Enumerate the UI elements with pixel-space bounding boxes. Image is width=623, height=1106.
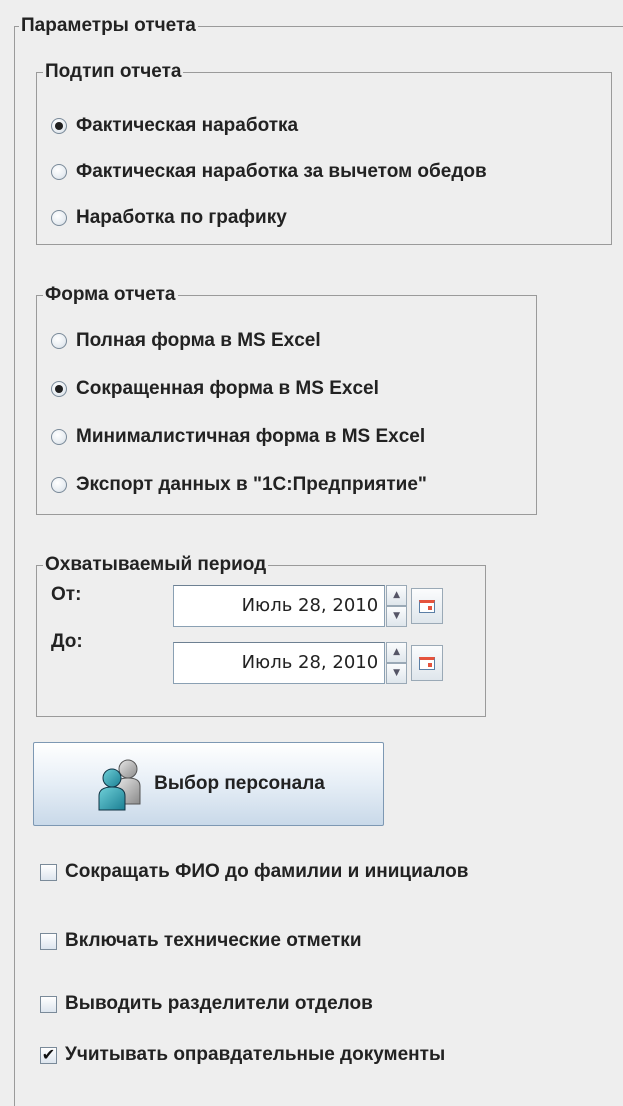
radio-button[interactable] <box>51 381 67 397</box>
radio-button[interactable] <box>51 118 67 134</box>
report-parameters-title: Параметры отчета <box>19 13 198 39</box>
radio-label: Полная форма в MS Excel <box>76 330 321 351</box>
radio-label: Фактическая наработка <box>76 115 299 136</box>
check-mark-icon: ✔ <box>41 1045 56 1064</box>
spin-down-icon[interactable]: ▼ <box>386 663 407 684</box>
radio-label: Наработка по графику <box>76 207 287 228</box>
from-date-field[interactable]: Июль 28, 2010 <box>173 585 386 627</box>
report-form-title: Форма отчета <box>43 282 178 308</box>
checkbox-justification-docs[interactable]: ✔ Учитывать оправдательные документы <box>40 1042 445 1068</box>
report-form-group: Форма отчета Полная форма в MS Excel Сок… <box>36 282 537 515</box>
spin-up-icon[interactable]: ▲ <box>386 585 407 606</box>
radio-button[interactable] <box>51 477 67 493</box>
radio-label: Фактическая наработка за вычетом обедов <box>76 161 487 182</box>
radio-button[interactable] <box>51 429 67 445</box>
select-personnel-button[interactable]: Выбор персонала <box>33 742 384 826</box>
to-date-field[interactable]: Июль 28, 2010 <box>173 642 386 684</box>
radio-button[interactable] <box>51 164 67 180</box>
period-group: Охватываемый период От: Июль 28, 2010 ▲ … <box>36 552 486 717</box>
radio-scheduled-work[interactable]: Наработка по графику <box>51 205 287 231</box>
from-date-picker: Июль 28, 2010 ▲ ▼ <box>173 585 443 627</box>
checkbox[interactable] <box>40 995 57 1013</box>
radio-label: Минималистичная форма в MS Excel <box>76 426 426 447</box>
from-label: От: <box>51 584 82 605</box>
period-title: Охватываемый период <box>43 552 269 578</box>
checkbox-department-separators[interactable]: Выводить разделители отделов <box>40 991 373 1017</box>
radio-button[interactable] <box>51 333 67 349</box>
calendar-icon <box>418 599 435 613</box>
radio-label: Экспорт данных в "1С:Предприятие" <box>76 474 427 495</box>
report-subtype-title: Подтип отчета <box>43 59 184 85</box>
calendar-icon <box>418 656 435 670</box>
to-label: До: <box>51 631 83 652</box>
to-calendar-button[interactable] <box>410 645 443 681</box>
from-date-spinner: ▲ ▼ <box>386 585 407 627</box>
checkbox-label: Сокращать ФИО до фамилии и инициалов <box>65 861 469 882</box>
checkbox-label: Выводить разделители отделов <box>65 993 373 1014</box>
checkbox-shorten-names[interactable]: Сокращать ФИО до фамилии и инициалов <box>40 859 468 885</box>
to-date-picker: Июль 28, 2010 ▲ ▼ <box>173 642 443 684</box>
checkbox-technical-marks[interactable]: Включать технические отметки <box>40 928 362 954</box>
select-personnel-label: Выбор персонала <box>154 773 325 794</box>
radio-full-excel[interactable]: Полная форма в MS Excel <box>51 328 321 354</box>
radio-minimal-excel[interactable]: Минималистичная форма в MS Excel <box>51 424 425 450</box>
checkbox-label: Включать технические отметки <box>65 930 362 951</box>
radio-button[interactable] <box>51 210 67 226</box>
radio-export-1c[interactable]: Экспорт данных в "1С:Предприятие" <box>51 472 427 498</box>
spin-down-icon[interactable]: ▼ <box>386 606 407 627</box>
to-date-spinner: ▲ ▼ <box>386 642 407 684</box>
people-icon <box>98 759 141 811</box>
checkbox[interactable] <box>40 863 57 881</box>
radio-label: Сокращенная форма в MS Excel <box>76 378 379 399</box>
radio-actual-work[interactable]: Фактическая наработка <box>51 113 298 139</box>
radio-short-excel[interactable]: Сокращенная форма в MS Excel <box>51 376 379 402</box>
checkbox-label: Учитывать оправдательные документы <box>65 1044 446 1065</box>
spin-up-icon[interactable]: ▲ <box>386 642 407 663</box>
checkbox[interactable]: ✔ <box>40 1045 57 1064</box>
checkbox[interactable] <box>40 932 57 950</box>
radio-actual-work-minus-lunch[interactable]: Фактическая наработка за вычетом обедов <box>51 159 487 185</box>
from-calendar-button[interactable] <box>410 588 443 624</box>
report-subtype-group: Подтип отчета Фактическая наработка Факт… <box>36 59 612 245</box>
